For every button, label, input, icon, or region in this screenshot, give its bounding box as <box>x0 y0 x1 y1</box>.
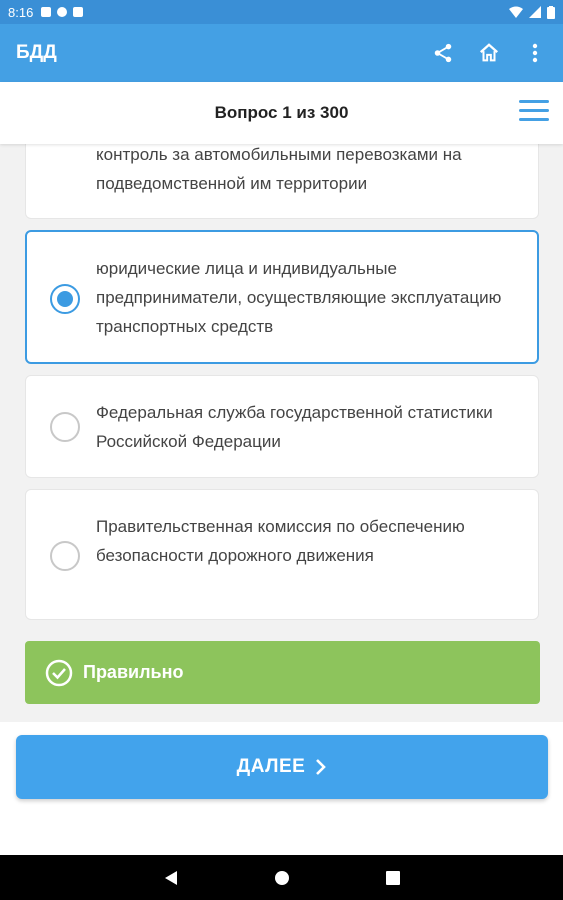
answer-text: Федеральная служба государственной стати… <box>96 403 493 451</box>
sd-card-icon <box>73 7 84 17</box>
answer-option[interactable]: юридические лица и индивидуальные предпр… <box>25 230 539 364</box>
answer-text: Правительственная комиссия по обеспечени… <box>96 517 465 565</box>
bottom-panel: ДАЛЕЕ <box>0 722 563 855</box>
system-nav-bar <box>0 855 563 900</box>
answer-text: юридические лица и индивидуальные предпр… <box>96 259 502 336</box>
question-header: Вопрос 1 из 300 <box>0 82 563 144</box>
chevron-right-icon <box>316 759 327 775</box>
check-circle-icon <box>45 659 73 686</box>
home-icon[interactable] <box>477 41 501 65</box>
status-time: 8:16 <box>8 4 34 20</box>
answer-option[interactable]: контроль за автомобильными перевозками н… <box>25 144 539 219</box>
battery-icon <box>547 5 555 19</box>
answers-list: контроль за автомобильными перевозками н… <box>0 144 563 722</box>
back-icon[interactable] <box>164 870 178 886</box>
home-nav-icon[interactable] <box>274 870 290 886</box>
wifi-icon <box>509 6 523 18</box>
app-title: БДД <box>16 42 57 63</box>
answer-text: контроль за автомобильными перевозками н… <box>96 145 462 193</box>
share-icon[interactable] <box>431 41 455 65</box>
notification-icon <box>57 7 68 17</box>
result-label: Правильно <box>83 662 184 682</box>
notification-icon <box>41 7 52 17</box>
answer-option[interactable]: Правительственная комиссия по обеспечени… <box>25 489 539 620</box>
next-button[interactable]: ДАЛЕЕ <box>16 735 548 799</box>
radio-checked[interactable] <box>50 284 80 314</box>
app-bar: БДД <box>0 24 563 82</box>
signal-icon <box>529 6 541 18</box>
result-banner: Правильно <box>25 641 540 704</box>
more-vert-icon[interactable] <box>523 41 547 65</box>
status-bar: 8:16 <box>0 0 563 24</box>
question-counter: Вопрос 1 из 300 <box>214 103 349 122</box>
menu-icon[interactable] <box>519 100 549 124</box>
radio-unchecked[interactable] <box>50 412 80 442</box>
next-button-label: ДАЛЕЕ <box>236 756 306 777</box>
answer-option[interactable]: Федеральная служба государственной стати… <box>25 375 539 478</box>
recents-icon[interactable] <box>385 870 400 885</box>
radio-unchecked[interactable] <box>50 541 80 571</box>
